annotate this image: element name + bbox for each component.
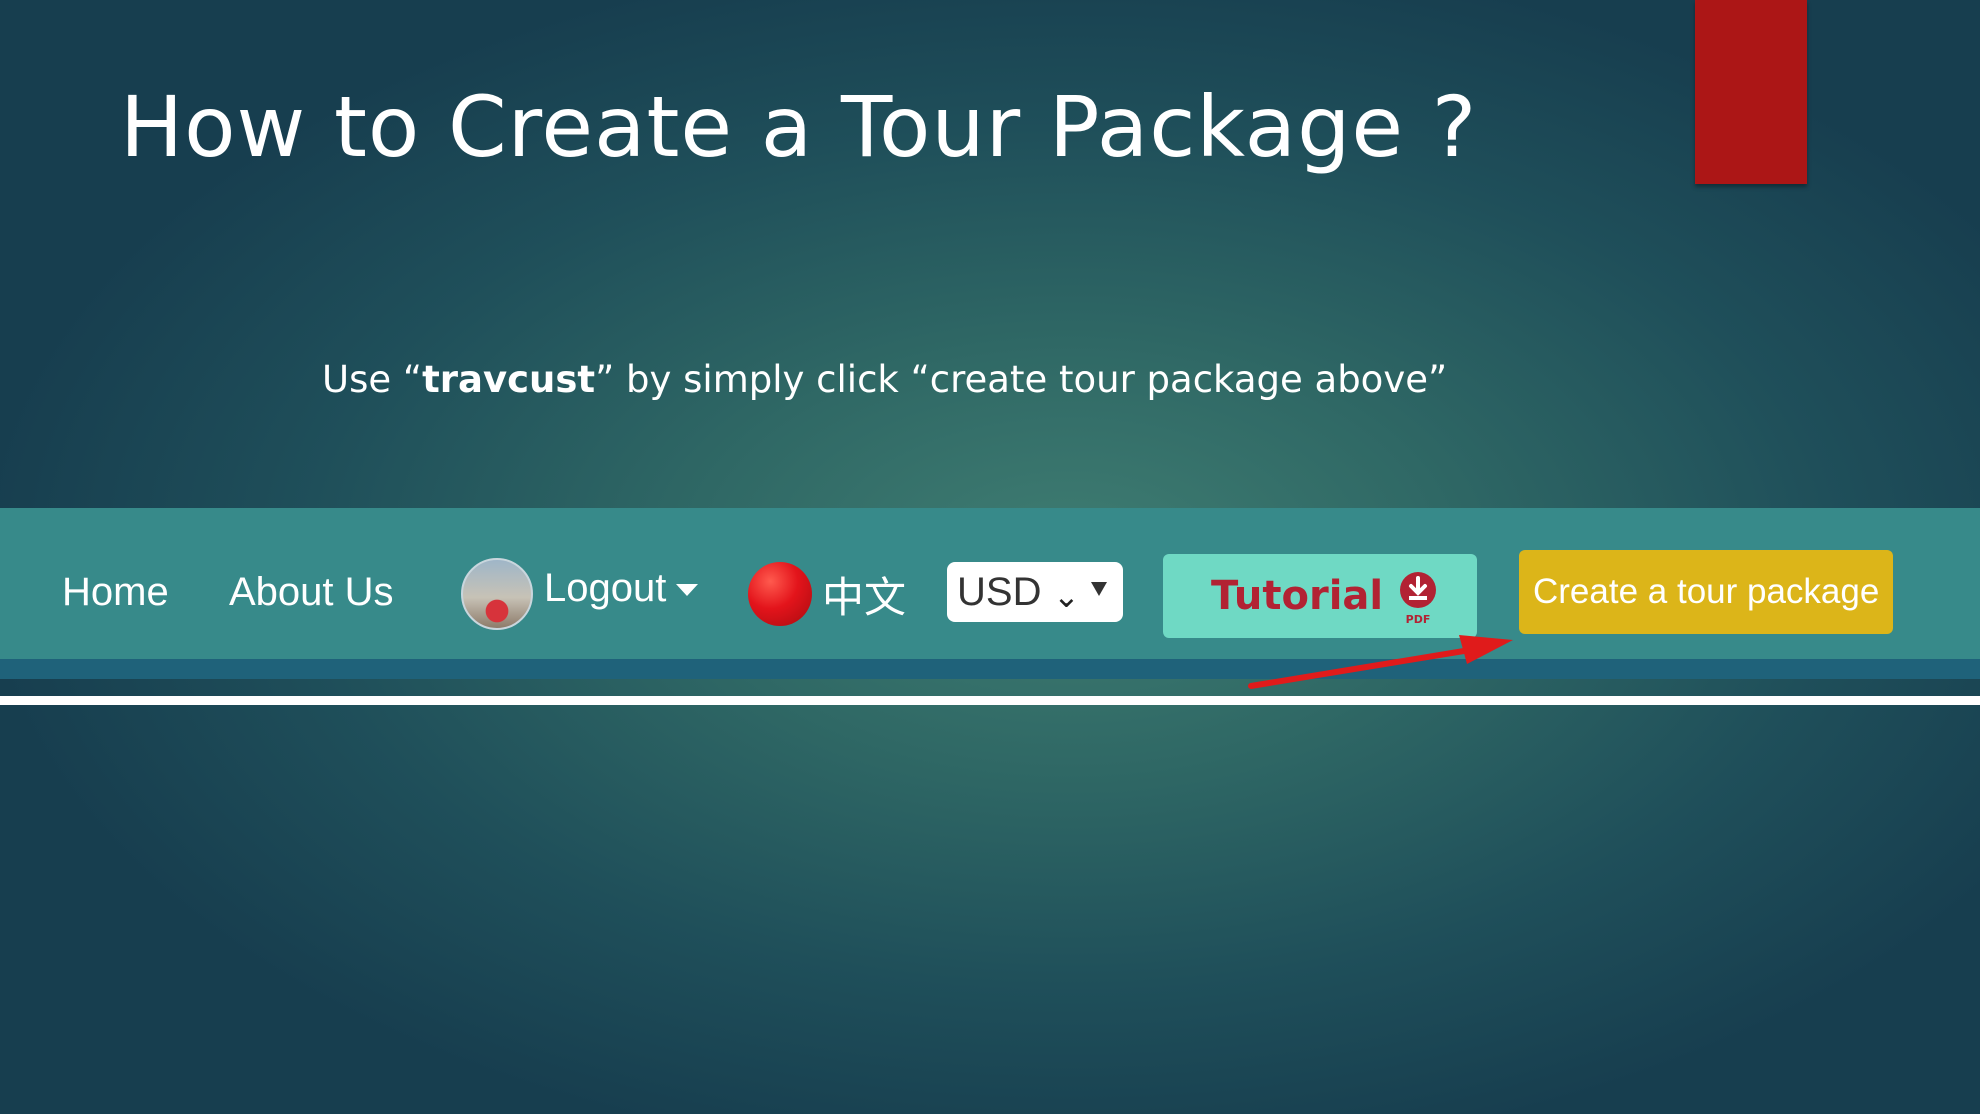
subtitle-suffix: ” by simply click “create tour package a… [595, 358, 1448, 401]
tutorial-button[interactable]: Tutorial PDF [1163, 554, 1477, 638]
nav-home-link[interactable]: Home [62, 570, 169, 615]
subtitle-brand: travcust [422, 358, 596, 401]
slide-title: How to Create a Tour Package ? [120, 78, 1478, 176]
caret-down-icon [676, 584, 699, 597]
logout-label: Logout [544, 566, 667, 610]
pdf-download-icon: PDF [1400, 572, 1436, 626]
china-flag-icon[interactable] [748, 562, 812, 626]
navbar-bottom-stripe [0, 659, 1980, 679]
subtitle-prefix: Use “ [322, 358, 423, 401]
accent-tab [1695, 0, 1807, 184]
pdf-label: PDF [1406, 613, 1431, 626]
chevron-down-icon: ⌄ [1053, 578, 1080, 614]
divider-line [0, 696, 1980, 705]
currency-value: USD [957, 570, 1042, 614]
currency-select[interactable]: USD ⌄ [947, 562, 1123, 622]
red-arrow-annotation [1248, 635, 1513, 689]
tutorial-label: Tutorial [1211, 573, 1384, 619]
dropdown-arrow-icon [1091, 582, 1107, 596]
nav-about-link[interactable]: About Us [229, 570, 394, 615]
create-tour-package-button[interactable]: Create a tour package [1519, 550, 1893, 634]
logout-menu[interactable]: Logout [544, 566, 699, 611]
user-avatar[interactable] [461, 558, 533, 630]
language-switch[interactable]: 中文 [822, 564, 906, 625]
slide-subtitle: Use “travcust” by simply click “create t… [322, 358, 1447, 401]
